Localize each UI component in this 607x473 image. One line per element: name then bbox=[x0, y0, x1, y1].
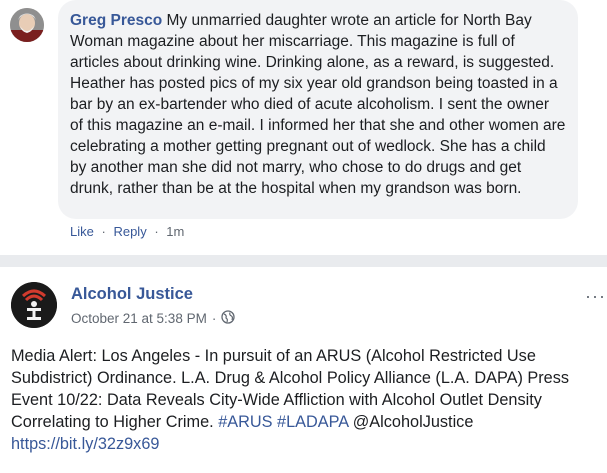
like-button[interactable]: Like bbox=[70, 224, 94, 239]
mention: @AlcoholJustice bbox=[352, 413, 474, 431]
separator: · bbox=[211, 311, 217, 326]
comment-actions: Like · Reply · 1m bbox=[70, 222, 184, 242]
feed-post: Alcohol Justice October 21 at 5:38 PM · … bbox=[0, 267, 607, 473]
post-meta: October 21 at 5:38 PM · bbox=[71, 310, 235, 327]
separator: · bbox=[154, 224, 159, 239]
reply-button[interactable]: Reply bbox=[113, 224, 146, 239]
comment-bubble: Greg Presco My unmarried daughter wrote … bbox=[58, 0, 578, 219]
alcohol-justice-logo[interactable] bbox=[11, 282, 57, 328]
comment-author[interactable]: Greg Presco bbox=[70, 12, 162, 29]
hashtag-link[interactable]: #ARUS bbox=[218, 413, 272, 431]
post-timestamp[interactable]: October 21 at 5:38 PM bbox=[71, 311, 207, 326]
more-options-button[interactable]: ··· bbox=[585, 286, 606, 307]
comment-timestamp[interactable]: 1m bbox=[166, 224, 184, 239]
page-name[interactable]: Alcohol Justice bbox=[71, 285, 193, 304]
comment-section: Greg Presco My unmarried daughter wrote … bbox=[0, 0, 607, 255]
hashtag-link[interactable]: #LADAPA bbox=[277, 413, 348, 431]
post-url-link[interactable]: https://bit.ly/32z9x69 bbox=[11, 435, 159, 453]
post-text: Media Alert: Los Angeles - In pursuit of… bbox=[11, 345, 603, 455]
avatar[interactable] bbox=[10, 8, 44, 42]
comment-text: My unmarried daughter wrote an article f… bbox=[70, 12, 566, 197]
separator: · bbox=[101, 224, 106, 239]
feed-divider bbox=[0, 255, 607, 267]
globe-icon bbox=[221, 310, 235, 327]
